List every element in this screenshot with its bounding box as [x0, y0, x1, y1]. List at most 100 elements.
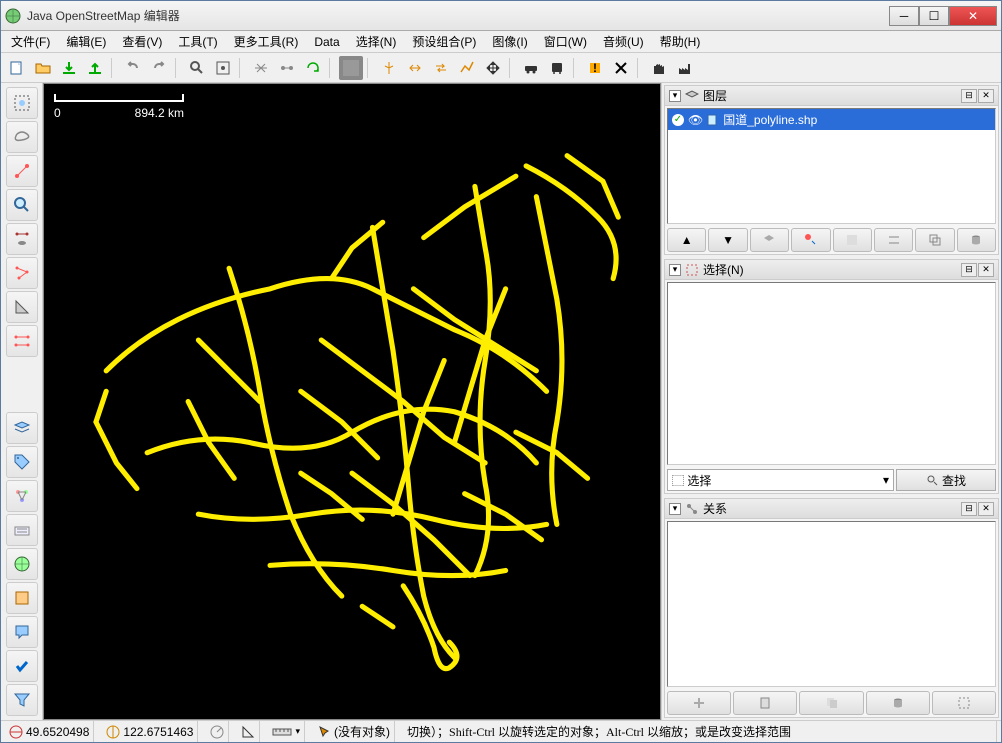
- relation-icon: [685, 502, 699, 516]
- new-button[interactable]: [5, 56, 29, 80]
- map-tool[interactable]: [6, 548, 38, 580]
- layers-tool[interactable]: [6, 412, 38, 444]
- simplify-button[interactable]: [455, 56, 479, 80]
- combine-button[interactable]: [403, 56, 427, 80]
- selection-panel: ▾ 选择(N) ⊟ ✕ ⬚ 选择▾ 查找: [664, 259, 999, 494]
- selection-icon: [685, 263, 699, 277]
- menu-audio[interactable]: 音频(U): [597, 31, 650, 52]
- reverse-button[interactable]: [429, 56, 453, 80]
- pin-icon[interactable]: ⊟: [961, 89, 977, 103]
- menu-view[interactable]: 查看(V): [116, 31, 168, 52]
- opacity-button[interactable]: [833, 228, 872, 252]
- activate-button[interactable]: [750, 228, 789, 252]
- new-relation-button[interactable]: [667, 691, 731, 715]
- layer-name: 国道_polyline.shp: [723, 111, 817, 128]
- layer-item[interactable]: ✓ 👁 国道_polyline.shp: [668, 109, 995, 130]
- ruler-icon: [272, 725, 292, 739]
- notes-tool[interactable]: [6, 616, 38, 648]
- right-panel: ▾ 图层 ⊟ ✕ ✓ 👁 国道_polyline.shp: [661, 83, 1001, 720]
- close-button[interactable]: ✕: [949, 6, 997, 26]
- validate-tool[interactable]: [6, 650, 38, 682]
- panel-close-icon[interactable]: ✕: [978, 502, 994, 516]
- way-tool[interactable]: [6, 257, 38, 289]
- edit-relation-button[interactable]: [733, 691, 797, 715]
- panel-title: 选择(N): [703, 261, 957, 278]
- menu-file[interactable]: 文件(F): [5, 31, 56, 52]
- delete-button[interactable]: [609, 56, 633, 80]
- select-tool[interactable]: [6, 87, 38, 119]
- panel-close-icon[interactable]: ✕: [978, 263, 994, 277]
- menu-select[interactable]: 选择(N): [350, 31, 403, 52]
- maximize-button[interactable]: ☐: [919, 6, 949, 26]
- pan-button[interactable]: [481, 56, 505, 80]
- lon-icon: [106, 725, 120, 739]
- tag-tool[interactable]: [6, 446, 38, 478]
- split-button[interactable]: [377, 56, 401, 80]
- delete-relation-button[interactable]: [866, 691, 930, 715]
- move-up-button[interactable]: ▲: [667, 228, 706, 252]
- minimize-button[interactable]: ─: [889, 6, 919, 26]
- menu-help[interactable]: 帮助(H): [654, 31, 707, 52]
- pin-icon[interactable]: ⊟: [961, 502, 977, 516]
- select-relation-button[interactable]: [932, 691, 996, 715]
- factory-icon[interactable]: [673, 56, 697, 80]
- angle-icon: [241, 725, 255, 739]
- changeset-tool[interactable]: [6, 582, 38, 614]
- filter-tool[interactable]: [6, 684, 38, 716]
- duplicate-relation-button[interactable]: [799, 691, 863, 715]
- eye-icon[interactable]: 👁: [688, 113, 703, 127]
- car-icon[interactable]: [519, 56, 543, 80]
- parallel-tool[interactable]: [6, 325, 38, 357]
- delete-tool[interactable]: [6, 223, 38, 255]
- open-button[interactable]: [31, 56, 55, 80]
- wireframe-button[interactable]: [249, 56, 273, 80]
- redo-button[interactable]: [147, 56, 171, 80]
- select-combo[interactable]: ⬚ 选择▾: [667, 469, 894, 491]
- zoom-tool[interactable]: [6, 189, 38, 221]
- statusbar: 49.6520498 122.6751463 ▾ (没有对象) 切换）；Shif…: [1, 720, 1001, 742]
- lasso-tool[interactable]: [6, 121, 38, 153]
- warning-button[interactable]: !: [583, 56, 607, 80]
- castle-icon[interactable]: [647, 56, 671, 80]
- relation-tool[interactable]: [6, 480, 38, 512]
- app-icon: [5, 8, 21, 24]
- duplicate-button[interactable]: [915, 228, 954, 252]
- layers-icon: [685, 89, 699, 103]
- preferences-button[interactable]: [211, 56, 235, 80]
- upload-button[interactable]: [83, 56, 107, 80]
- toolbar: !: [1, 53, 1001, 83]
- bus-icon[interactable]: [545, 56, 569, 80]
- panel-title: 图层: [703, 87, 957, 104]
- draw-tool[interactable]: [6, 155, 38, 187]
- merge-button[interactable]: [874, 228, 913, 252]
- object-status: (没有对象): [334, 723, 390, 740]
- menu-moretools[interactable]: 更多工具(R): [228, 31, 305, 52]
- pin-icon[interactable]: ⊟: [961, 263, 977, 277]
- download-button[interactable]: [57, 56, 81, 80]
- menu-data[interactable]: Data: [308, 33, 345, 51]
- menu-image[interactable]: 图像(I): [486, 31, 533, 52]
- menu-tools[interactable]: 工具(T): [172, 31, 223, 52]
- search-button[interactable]: [185, 56, 209, 80]
- layers-panel: ▾ 图层 ⊟ ✕ ✓ 👁 国道_polyline.shp: [664, 85, 999, 255]
- check-icon[interactable]: ✓: [672, 114, 684, 126]
- delete-layer-button[interactable]: [957, 228, 996, 252]
- collapse-icon[interactable]: ▾: [669, 264, 681, 276]
- menu-edit[interactable]: 编辑(E): [60, 31, 112, 52]
- visibility-button[interactable]: [791, 228, 830, 252]
- collapse-icon[interactable]: ▾: [669, 90, 681, 102]
- undo-button[interactable]: [121, 56, 145, 80]
- imagery-button[interactable]: [339, 56, 363, 80]
- lat-value: 49.6520498: [26, 725, 89, 739]
- angle-tool[interactable]: [6, 291, 38, 323]
- menu-window[interactable]: 窗口(W): [538, 31, 593, 52]
- map-view[interactable]: 0894.2 km: [43, 83, 661, 720]
- move-down-button[interactable]: ▼: [708, 228, 747, 252]
- collapse-icon[interactable]: ▾: [669, 503, 681, 515]
- menu-presets[interactable]: 预设组合(P): [406, 31, 482, 52]
- panel-close-icon[interactable]: ✕: [978, 89, 994, 103]
- refresh-button[interactable]: [301, 56, 325, 80]
- align-button[interactable]: [275, 56, 299, 80]
- selection-tool[interactable]: [6, 514, 38, 546]
- find-button[interactable]: 查找: [896, 469, 996, 491]
